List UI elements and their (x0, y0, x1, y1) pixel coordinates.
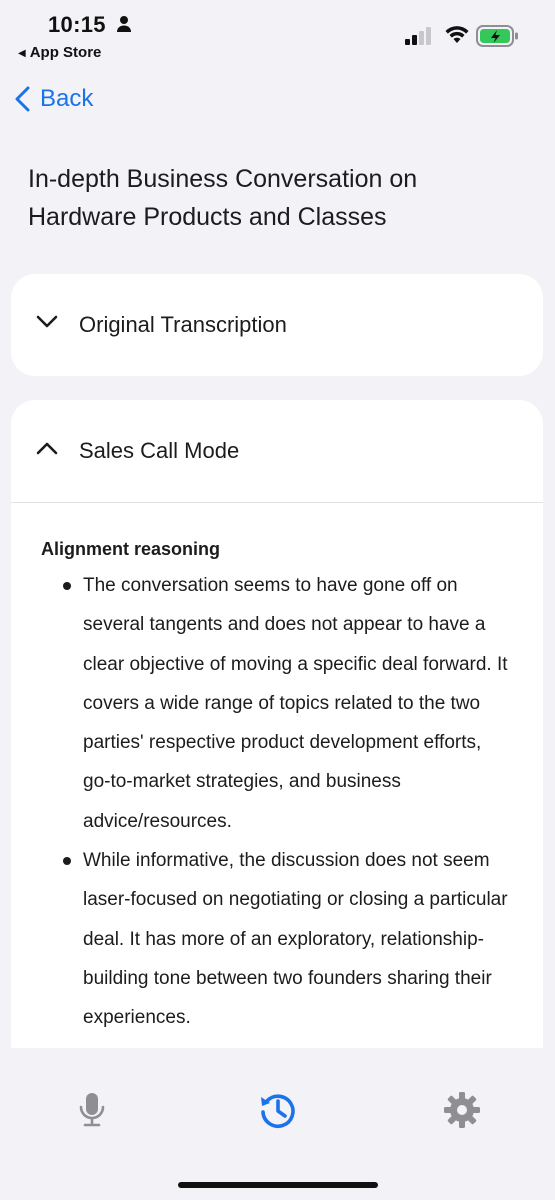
chevron-up-icon (36, 442, 58, 455)
history-icon (261, 1094, 295, 1129)
tab-microphone[interactable] (72, 1088, 112, 1132)
sales-call-mode-card: Sales Call Mode Alignment reasoning The … (11, 400, 543, 1060)
back-button[interactable]: Back (12, 80, 93, 118)
wifi-icon (444, 24, 470, 49)
tab-bar (0, 1048, 555, 1200)
alignment-reasoning-heading: Alignment reasoning (41, 539, 221, 559)
back-triangle-icon: ◀ (18, 48, 26, 59)
back-to-app-link[interactable]: ◀ App Store (18, 44, 101, 61)
alignment-reasoning-list: The conversation seems to have gone off … (41, 566, 513, 1038)
battery-charging-icon (476, 24, 520, 53)
person-icon (116, 15, 132, 38)
gear-icon (444, 1092, 480, 1128)
back-label: Back (40, 85, 94, 112)
list-item: The conversation seems to have gone off … (63, 566, 513, 841)
back-to-app-label: App Store (29, 44, 102, 61)
list-item: While informative, the discussion does n… (63, 841, 513, 1037)
tab-history[interactable] (258, 1088, 298, 1132)
status-time: 10:15 (48, 12, 106, 37)
status-bar: 10:15 ◀ App Store (0, 0, 555, 70)
sales-call-mode-body: Alignment reasoning The conversation see… (11, 503, 543, 1038)
chevron-down-icon (36, 315, 58, 328)
tab-settings[interactable] (442, 1088, 482, 1132)
microphone-icon (79, 1093, 105, 1127)
original-transcription-card: Original Transcription (11, 274, 543, 376)
chevron-left-icon (15, 86, 30, 112)
original-transcription-header[interactable]: Original Transcription (11, 274, 543, 376)
signal-icon (405, 27, 433, 50)
home-indicator (178, 1182, 378, 1188)
page-title: In-depth Business Conversation on Hardwa… (28, 165, 418, 231)
original-transcription-title: Original Transcription (79, 312, 287, 337)
sales-call-mode-header[interactable]: Sales Call Mode (11, 400, 543, 502)
sales-call-mode-title: Sales Call Mode (79, 438, 240, 463)
